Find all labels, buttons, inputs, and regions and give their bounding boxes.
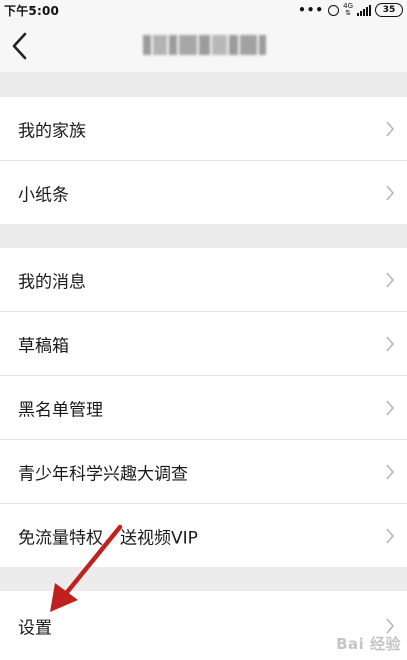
menu-item-free-data-vip[interactable]: 免流量特权，送视频VIP — [0, 504, 407, 567]
menu-item-notes[interactable]: 小纸条 — [0, 161, 407, 224]
menu-item-blacklist[interactable]: 黑名单管理 — [0, 376, 407, 439]
status-bar: 下午5:00 ••• 4G ⇅ 35 — [0, 0, 407, 20]
menu-item-label: 黑名单管理 — [18, 400, 103, 420]
menu-item-youth-survey[interactable]: 青少年科学兴趣大调查 — [0, 440, 407, 503]
signal-icon — [357, 4, 371, 16]
status-time: 下午5:00 — [4, 4, 60, 18]
more-dots-icon: ••• — [298, 3, 325, 17]
menu-item-label: 青少年科学兴趣大调查 — [18, 464, 188, 484]
menu-item-messages[interactable]: 我的消息 — [0, 248, 407, 311]
menu-item-label: 我的消息 — [18, 272, 86, 292]
navigation-bar — [0, 20, 407, 72]
chevron-left-icon[interactable] — [8, 30, 36, 62]
chevron-right-icon — [386, 121, 394, 136]
menu-item-label: 我的家族 — [18, 121, 86, 141]
menu-item-drafts[interactable]: 草稿箱 — [0, 312, 407, 375]
menu-item-label: 草稿箱 — [18, 336, 69, 356]
menu-item-label: 小纸条 — [18, 185, 69, 205]
menu-item-family[interactable]: 我的家族 — [0, 97, 407, 160]
chevron-right-icon — [386, 185, 394, 200]
network-indicator: 4G ⇅ — [343, 3, 353, 17]
status-icons: ••• 4G ⇅ 35 — [298, 2, 403, 18]
battery-icon: 35 — [375, 3, 403, 17]
page-title-blurred — [143, 35, 266, 55]
chevron-right-icon — [386, 336, 394, 351]
menu-item-label: 设置 — [18, 618, 52, 638]
data-arrows-icon: ⇅ — [345, 9, 351, 17]
menu-item-label: 免流量特权，送视频VIP — [18, 528, 198, 548]
chevron-right-icon — [386, 528, 394, 543]
watermark: Bai 经验 — [336, 635, 401, 653]
app-screen: 下午5:00 ••• 4G ⇅ 35 我的家族 小纸条 我的消息 草稿箱 黑名单… — [0, 0, 407, 660]
chevron-right-icon — [386, 272, 394, 287]
chevron-right-icon — [386, 464, 394, 479]
chevron-right-icon — [386, 400, 394, 415]
chevron-right-icon — [386, 618, 394, 633]
alarm-icon — [328, 4, 340, 16]
